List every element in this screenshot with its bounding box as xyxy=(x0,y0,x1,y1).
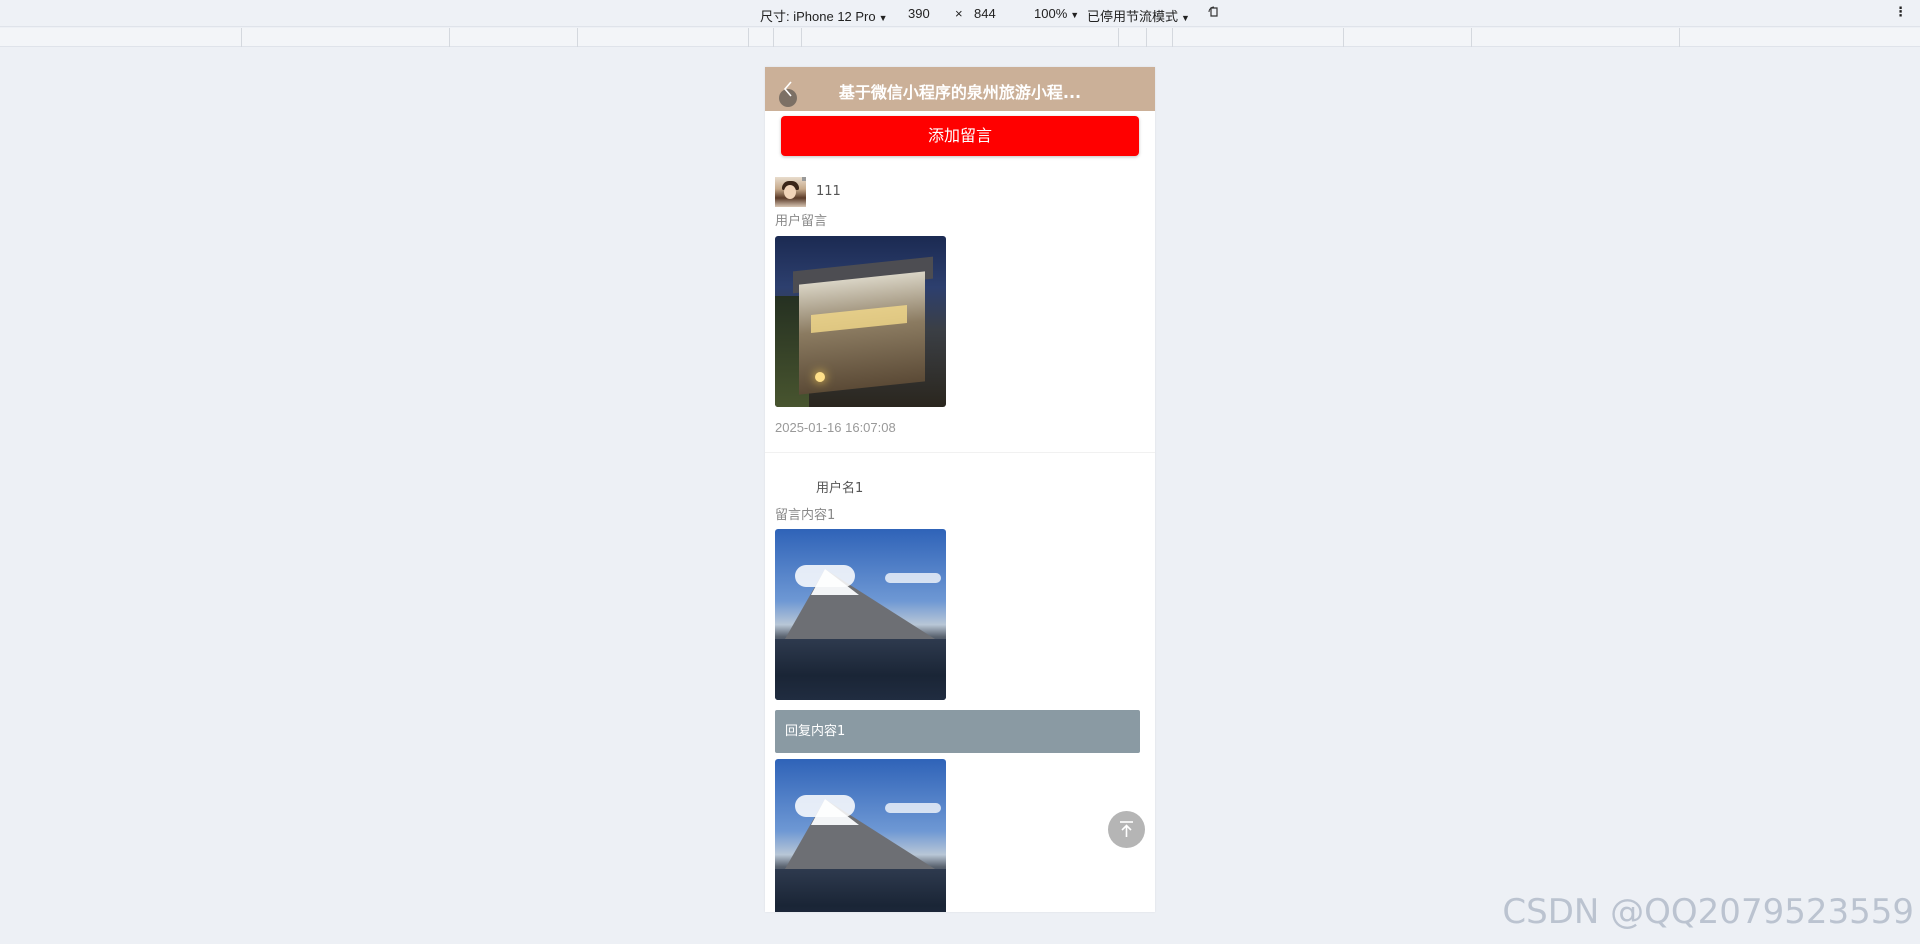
ruler-marker xyxy=(449,28,450,47)
message-divider xyxy=(765,452,1155,453)
rotate-icon[interactable] xyxy=(1208,5,1220,22)
ruler-marker xyxy=(1172,28,1173,47)
ruler-marker xyxy=(1471,28,1472,47)
arrow-up-to-top-icon xyxy=(1120,821,1133,837)
mountain-photo[interactable] xyxy=(775,759,946,912)
message-username: 用户名1 xyxy=(816,481,864,496)
devtools-toolbar: 尺寸: iPhone 12 Pro ▼ 390 × 844 100% ▼ 已停用节流… xyxy=(0,0,1920,27)
zoom-select[interactable]: 100% ▼ xyxy=(1034,6,1079,21)
zoom-label: 100% xyxy=(1034,6,1068,21)
page-title: 基于微信小程序的泉州旅游小程... xyxy=(838,83,1082,102)
mountain-photo[interactable] xyxy=(775,529,946,700)
ruler-marker xyxy=(241,28,242,47)
ruler-marker xyxy=(773,28,774,47)
throttle-label: 已停用节流模式 xyxy=(1087,9,1179,24)
device-viewport: 基于微信小程序的泉州旅游小程... 添加留言 111 用户留言 2025-01-… xyxy=(765,67,1155,912)
ruler-marker xyxy=(577,28,578,47)
caret-down-icon: ▼ xyxy=(1181,13,1190,23)
throttle-select[interactable]: 已停用节流模式 ▼ xyxy=(1087,6,1190,25)
reply-box: 回复内容1 xyxy=(775,710,1140,753)
message-username: 111 xyxy=(816,184,841,199)
message-content: 留言内容1 xyxy=(775,508,836,523)
width-input[interactable]: 390 xyxy=(908,6,930,21)
ruler-marker xyxy=(748,28,749,47)
watermark: CSDN @QQ2079523559 xyxy=(1502,892,1914,932)
device-select[interactable]: 尺寸: iPhone 12 Pro ▼ xyxy=(760,6,888,25)
media-query-ruler xyxy=(0,28,1920,47)
device-label: 尺寸: iPhone 12 Pro xyxy=(760,9,876,24)
caret-down-icon: ▼ xyxy=(1070,10,1080,20)
ruler-marker xyxy=(1118,28,1119,47)
chevron-left-icon[interactable] xyxy=(777,77,801,101)
ruler-marker xyxy=(801,28,802,47)
ruler-marker xyxy=(1343,28,1344,47)
navigation-bar: 基于微信小程序的泉州旅游小程... xyxy=(765,67,1155,111)
message-content: 用户留言 xyxy=(775,214,828,229)
back-to-top-button[interactable] xyxy=(1108,811,1145,848)
house-photo[interactable] xyxy=(775,236,946,407)
caret-down-icon: ▼ xyxy=(878,13,888,23)
dimension-separator: × xyxy=(955,6,963,21)
ruler-marker xyxy=(1679,28,1680,47)
add-message-button[interactable]: 添加留言 xyxy=(781,116,1139,156)
height-input[interactable]: 844 xyxy=(974,6,996,21)
message-timestamp: 2025-01-16 16:07:08 xyxy=(775,420,896,435)
avatar xyxy=(775,177,806,207)
ruler-marker xyxy=(1146,28,1147,47)
more-icon[interactable]: ⋮ xyxy=(1894,4,1907,20)
